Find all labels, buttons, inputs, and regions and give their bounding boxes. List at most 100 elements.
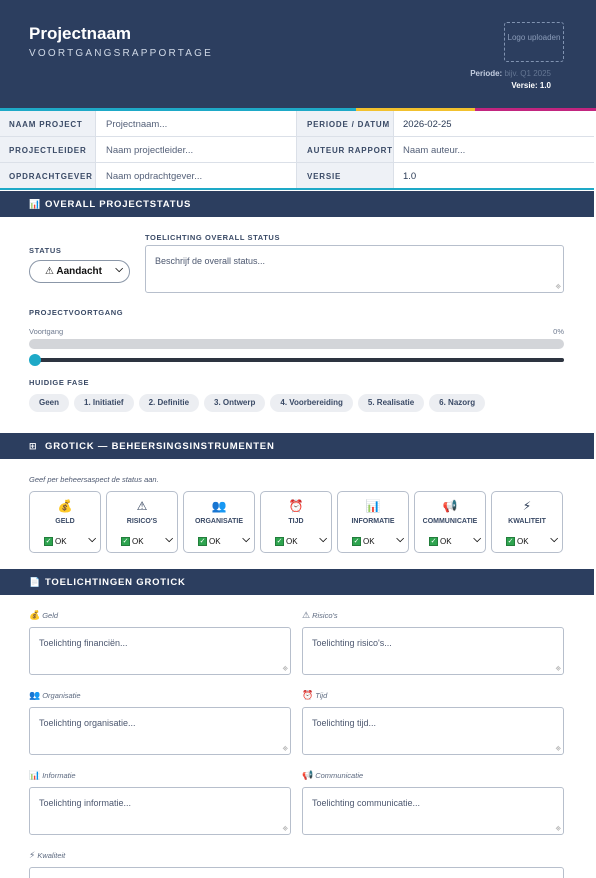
project-lead-input[interactable]: Naam projectleider... (96, 137, 296, 162)
warning-icon: ⚠ (302, 610, 311, 620)
phase-pill[interactable]: 1. Initiatief (74, 394, 134, 412)
info-label: VERSIE (296, 163, 394, 188)
status-value: OK (132, 537, 144, 546)
card-label: ORGANISATIE (194, 518, 244, 525)
grotick-card-organisatie: 👥 ORGANISATIE ✓ OK ⌵ (183, 491, 255, 553)
status-select[interactable]: ✓ OK (198, 537, 221, 546)
check-icon: ✓ (429, 537, 438, 546)
info-row: PROJECTLEIDER Naam projectleider... AUTE… (0, 137, 594, 163)
resize-handle-icon[interactable]: ≡ (554, 744, 564, 754)
status-select[interactable]: ✓ OK (121, 537, 144, 546)
textarea-placeholder: Toelichting informatie... (39, 798, 132, 808)
kwaliteit-textarea[interactable] (29, 867, 564, 878)
check-icon: ✓ (352, 537, 361, 546)
phase-pill[interactable]: Geen (29, 394, 70, 412)
status-select[interactable]: ✓ OK (429, 537, 452, 546)
status-select[interactable]: ✓ OK (275, 537, 298, 546)
status-select[interactable]: ⚠ Aandacht ⌵ (29, 260, 130, 283)
chevron-down-icon[interactable]: ⌵ (165, 534, 173, 545)
sparkle-icon: ⚡ (522, 499, 532, 513)
status-value: Aandacht (56, 266, 102, 277)
field-label-organisatie: 👥 Organisatie (29, 690, 81, 701)
textarea-placeholder: Toelichting organisatie... (39, 718, 136, 728)
chevron-down-icon[interactable]: ⌵ (242, 534, 250, 545)
period-input[interactable]: bijv. Q1 2025 (504, 69, 551, 78)
resize-handle-icon[interactable]: ≡ (281, 744, 291, 754)
phase-pill[interactable]: 6. Nazorg (429, 394, 486, 412)
status-select[interactable]: ✓ OK (506, 537, 529, 546)
grotick-card-geld: 💰 GELD ✓ OK ⌵ (29, 491, 101, 553)
overall-explanation-textarea[interactable]: Beschrijf de overall status... ≡ (145, 245, 564, 293)
report-header: Projectnaam VOORTGANGSRAPPORTAGE Logo up… (0, 0, 596, 108)
progress-bar (29, 339, 564, 349)
project-title[interactable]: Projectnaam (29, 24, 131, 44)
date-input[interactable]: 2026-02-25 (394, 111, 594, 136)
field-label-text: Informatie (42, 771, 76, 780)
progress-slider-track[interactable] (34, 358, 564, 362)
chevron-down-icon[interactable]: ⌵ (550, 534, 558, 545)
status-value: OK (363, 537, 375, 546)
version-input[interactable]: 1.0 (394, 163, 594, 188)
explanation-label: TOELICHTING OVERALL STATUS (145, 233, 281, 242)
grotick-card-tijd: ⏰ TIJD ✓ OK ⌵ (260, 491, 332, 553)
chevron-down-icon[interactable]: ⌵ (473, 534, 481, 545)
author-input[interactable]: Naam auteur... (394, 137, 594, 162)
progress-slider-thumb[interactable] (29, 354, 41, 366)
resize-handle-icon[interactable]: ≡ (554, 664, 564, 674)
grotick-card-informatie: 📊 INFORMATIE ✓ OK ⌵ (337, 491, 409, 553)
phase-pill[interactable]: 2. Definitie (138, 394, 200, 412)
field-label-text: Organisatie (42, 691, 81, 700)
informatie-textarea[interactable]: Toelichting informatie... ≡ (29, 787, 291, 835)
people-icon: 👥 (211, 499, 227, 513)
resize-handle-icon[interactable]: ≡ (554, 824, 564, 834)
info-label: OPDRACHTGEVER (0, 163, 96, 188)
resize-handle-icon[interactable]: ≡ (554, 282, 564, 292)
resize-handle-icon[interactable]: ≡ (281, 664, 291, 674)
status-value: OK (55, 537, 67, 546)
organisatie-textarea[interactable]: Toelichting organisatie... ≡ (29, 707, 291, 755)
bar-chart-icon: 📊 (29, 199, 42, 209)
status-value: OK (286, 537, 298, 546)
status-value: OK (209, 537, 221, 546)
field-label-risicos: ⚠ Risico's (302, 610, 338, 621)
check-icon: ✓ (506, 537, 515, 546)
status-value: OK (517, 537, 529, 546)
status-select[interactable]: ✓ OK (44, 537, 67, 546)
client-input[interactable]: Naam opdrachtgever... (96, 163, 296, 188)
textarea-placeholder: Toelichting risico's... (312, 638, 392, 648)
field-label-text: Geld (42, 611, 59, 620)
resize-handle-icon[interactable]: ≡ (281, 824, 291, 834)
grid-icon: ⊞ (29, 441, 38, 451)
project-info-table: NAAM PROJECT Projectnaam... PERIODE / DA… (0, 111, 594, 189)
phase-selector: Geen 1. Initiatief 2. Definitie 3. Ontwe… (29, 394, 486, 412)
tijd-textarea[interactable]: Toelichting tijd... ≡ (302, 707, 564, 755)
card-label: GELD (55, 518, 75, 525)
alarm-clock-icon: ⏰ (288, 499, 304, 513)
logo-upload-button[interactable]: Logo uploaden (504, 22, 564, 62)
risicos-textarea[interactable]: Toelichting risico's... ≡ (302, 627, 564, 675)
progress-section-label: PROJECTVOORTGANG (29, 308, 124, 317)
info-row: NAAM PROJECT Projectnaam... PERIODE / DA… (0, 111, 594, 137)
chevron-down-icon[interactable]: ⌵ (88, 534, 96, 545)
chevron-down-icon[interactable]: ⌵ (319, 534, 327, 545)
project-name-input[interactable]: Projectnaam... (96, 111, 296, 136)
field-label-text: Kwaliteit (37, 851, 66, 860)
textarea-placeholder: Toelichting communicatie... (312, 798, 421, 808)
phase-pill[interactable]: 3. Ontwerp (204, 394, 266, 412)
money-bag-icon: 💰 (57, 499, 73, 513)
check-icon: ✓ (198, 537, 207, 546)
period-meta: Periode: bijv. Q1 2025 (470, 69, 551, 78)
info-label: PERIODE / DATUM (296, 111, 394, 136)
phase-pill[interactable]: 5. Realisatie (357, 394, 425, 412)
phase-pill[interactable]: 4. Voorbereiding (270, 394, 353, 412)
field-label-text: Tijd (315, 691, 328, 700)
geld-textarea[interactable]: Toelichting financiën... ≡ (29, 627, 291, 675)
field-label-kwaliteit: ⚡ Kwaliteit (29, 850, 65, 861)
grotick-card-kwaliteit: ⚡ KWALITEIT ✓ OK ⌵ (491, 491, 563, 553)
money-bag-icon: 💰 (29, 610, 41, 620)
communicatie-textarea[interactable]: Toelichting communicatie... ≡ (302, 787, 564, 835)
chevron-down-icon[interactable]: ⌵ (396, 534, 404, 545)
progress-percent: 0% (553, 327, 564, 336)
sparkle-icon: ⚡ (29, 850, 36, 860)
status-select[interactable]: ✓ OK (352, 537, 375, 546)
